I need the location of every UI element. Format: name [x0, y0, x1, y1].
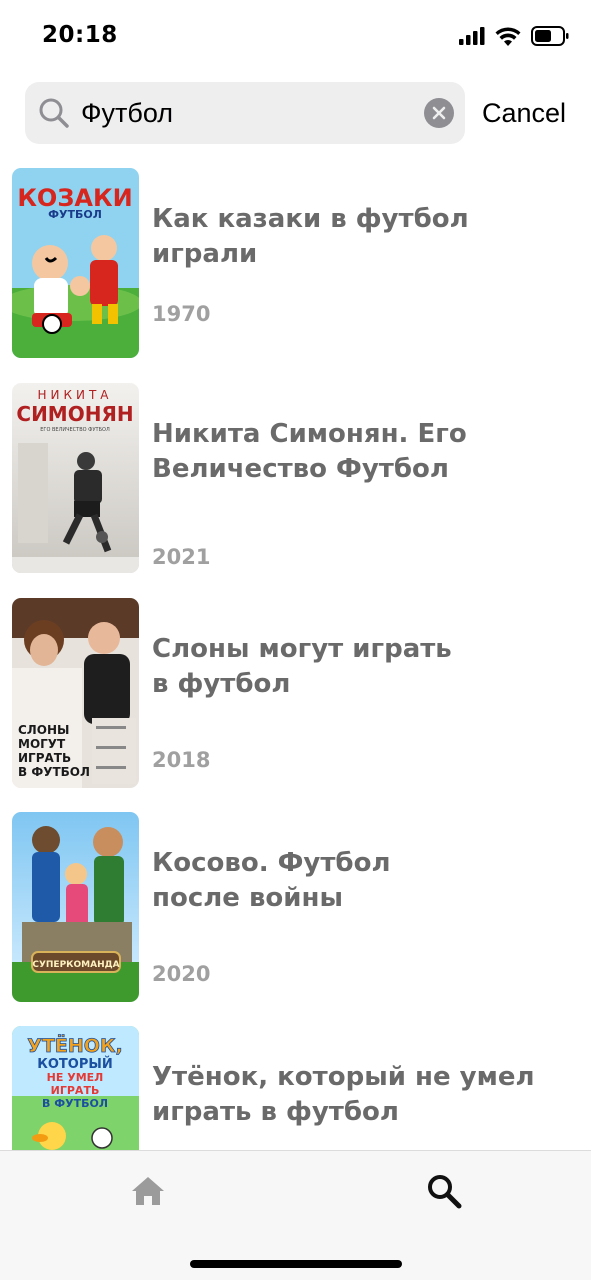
result-title: Никита Симонян. Его Величество Футбол	[152, 419, 467, 484]
tab-bar	[0, 1150, 591, 1280]
result-title: Косово. Футбол после войны	[152, 848, 391, 913]
poster-image: СЛОНЫ МОГУТ ИГРАТЬ В ФУТБОЛ	[12, 598, 139, 788]
close-icon	[432, 106, 446, 120]
poster-image: НИКИТА СИМОНЯН ЕГО ВЕЛИЧЕСТВО ФУТБОЛ	[12, 383, 139, 573]
poster-text: ИГРАТЬ	[18, 751, 71, 765]
status-icons	[459, 24, 569, 48]
poster-text: ЕГО ВЕЛИЧЕСТВО ФУТБОЛ	[40, 427, 110, 433]
list-item[interactable]: СУПЕРКОМАНДА Косово. Футбол после войны …	[0, 812, 591, 1004]
list-item[interactable]: УТЁНОК, КОТОРЫЙ НЕ УМЕЛ ИГРАТЬ В ФУТБОЛ …	[0, 1026, 591, 1150]
poster-text: СИМОНЯН	[16, 402, 133, 426]
result-year: 2018	[152, 748, 211, 772]
search-screen: 20:18 Футбол Cancel КОЗАКИ ФУТБОЛ Как ка…	[0, 0, 591, 1280]
cancel-button[interactable]: Cancel	[482, 97, 566, 129]
result-title: Утёнок, который не умел играть в футбол	[152, 1062, 535, 1127]
clear-search-button[interactable]	[424, 98, 454, 128]
result-year: 2021	[152, 545, 211, 569]
status-time: 20:18	[42, 22, 118, 48]
poster-text: ФУТБОЛ	[48, 208, 102, 221]
battery-icon	[531, 26, 569, 46]
status-bar: 20:18	[0, 0, 591, 72]
poster-text: ИГРАТЬ	[51, 1084, 100, 1097]
search-input[interactable]	[77, 82, 425, 144]
poster-text: В ФУТБОЛ	[42, 1097, 108, 1110]
poster-text: НЕ УМЕЛ	[47, 1071, 104, 1084]
list-item[interactable]: КОЗАКИ ФУТБОЛ Как казаки в футбол играли…	[0, 168, 591, 360]
poster-text: НИКИТА	[37, 388, 112, 402]
home-indicator	[190, 1260, 402, 1268]
result-title: Слоны могут играть в футбол	[152, 634, 452, 699]
poster-image: КОЗАКИ ФУТБОЛ	[12, 168, 139, 358]
poster-text: В ФУТБОЛ	[18, 765, 90, 779]
search-results-list: КОЗАКИ ФУТБОЛ Как казаки в футбол играли…	[0, 168, 591, 1150]
poster-text: СЛОНЫ	[18, 723, 69, 737]
home-icon	[132, 1177, 164, 1205]
result-year: 1970	[152, 302, 211, 326]
tab-home[interactable]	[128, 1171, 168, 1211]
search-field-container[interactable]	[25, 82, 465, 144]
tab-search[interactable]	[424, 1171, 464, 1211]
list-item[interactable]: СЛОНЫ МОГУТ ИГРАТЬ В ФУТБОЛ Слоны могут …	[0, 598, 591, 790]
result-title: Как казаки в футбол играли	[152, 204, 469, 269]
wifi-icon	[495, 26, 521, 46]
poster-text: КОТОРЫЙ	[37, 1056, 112, 1072]
list-item[interactable]: НИКИТА СИМОНЯН ЕГО ВЕЛИЧЕСТВО ФУТБОЛ Ник…	[0, 383, 591, 575]
poster-text: СУПЕРКОМАНДА	[32, 960, 119, 970]
search-bar: Cancel	[25, 82, 585, 144]
poster-text: УТЁНОК,	[27, 1033, 122, 1057]
poster-text: МОГУТ	[18, 737, 66, 751]
search-icon	[39, 98, 69, 128]
signal-icon	[459, 27, 485, 45]
search-icon	[428, 1175, 462, 1209]
poster-image: УТЁНОК, КОТОРЫЙ НЕ УМЕЛ ИГРАТЬ В ФУТБОЛ	[12, 1026, 139, 1150]
result-year: 2020	[152, 962, 211, 986]
poster-image: СУПЕРКОМАНДА	[12, 812, 139, 1002]
